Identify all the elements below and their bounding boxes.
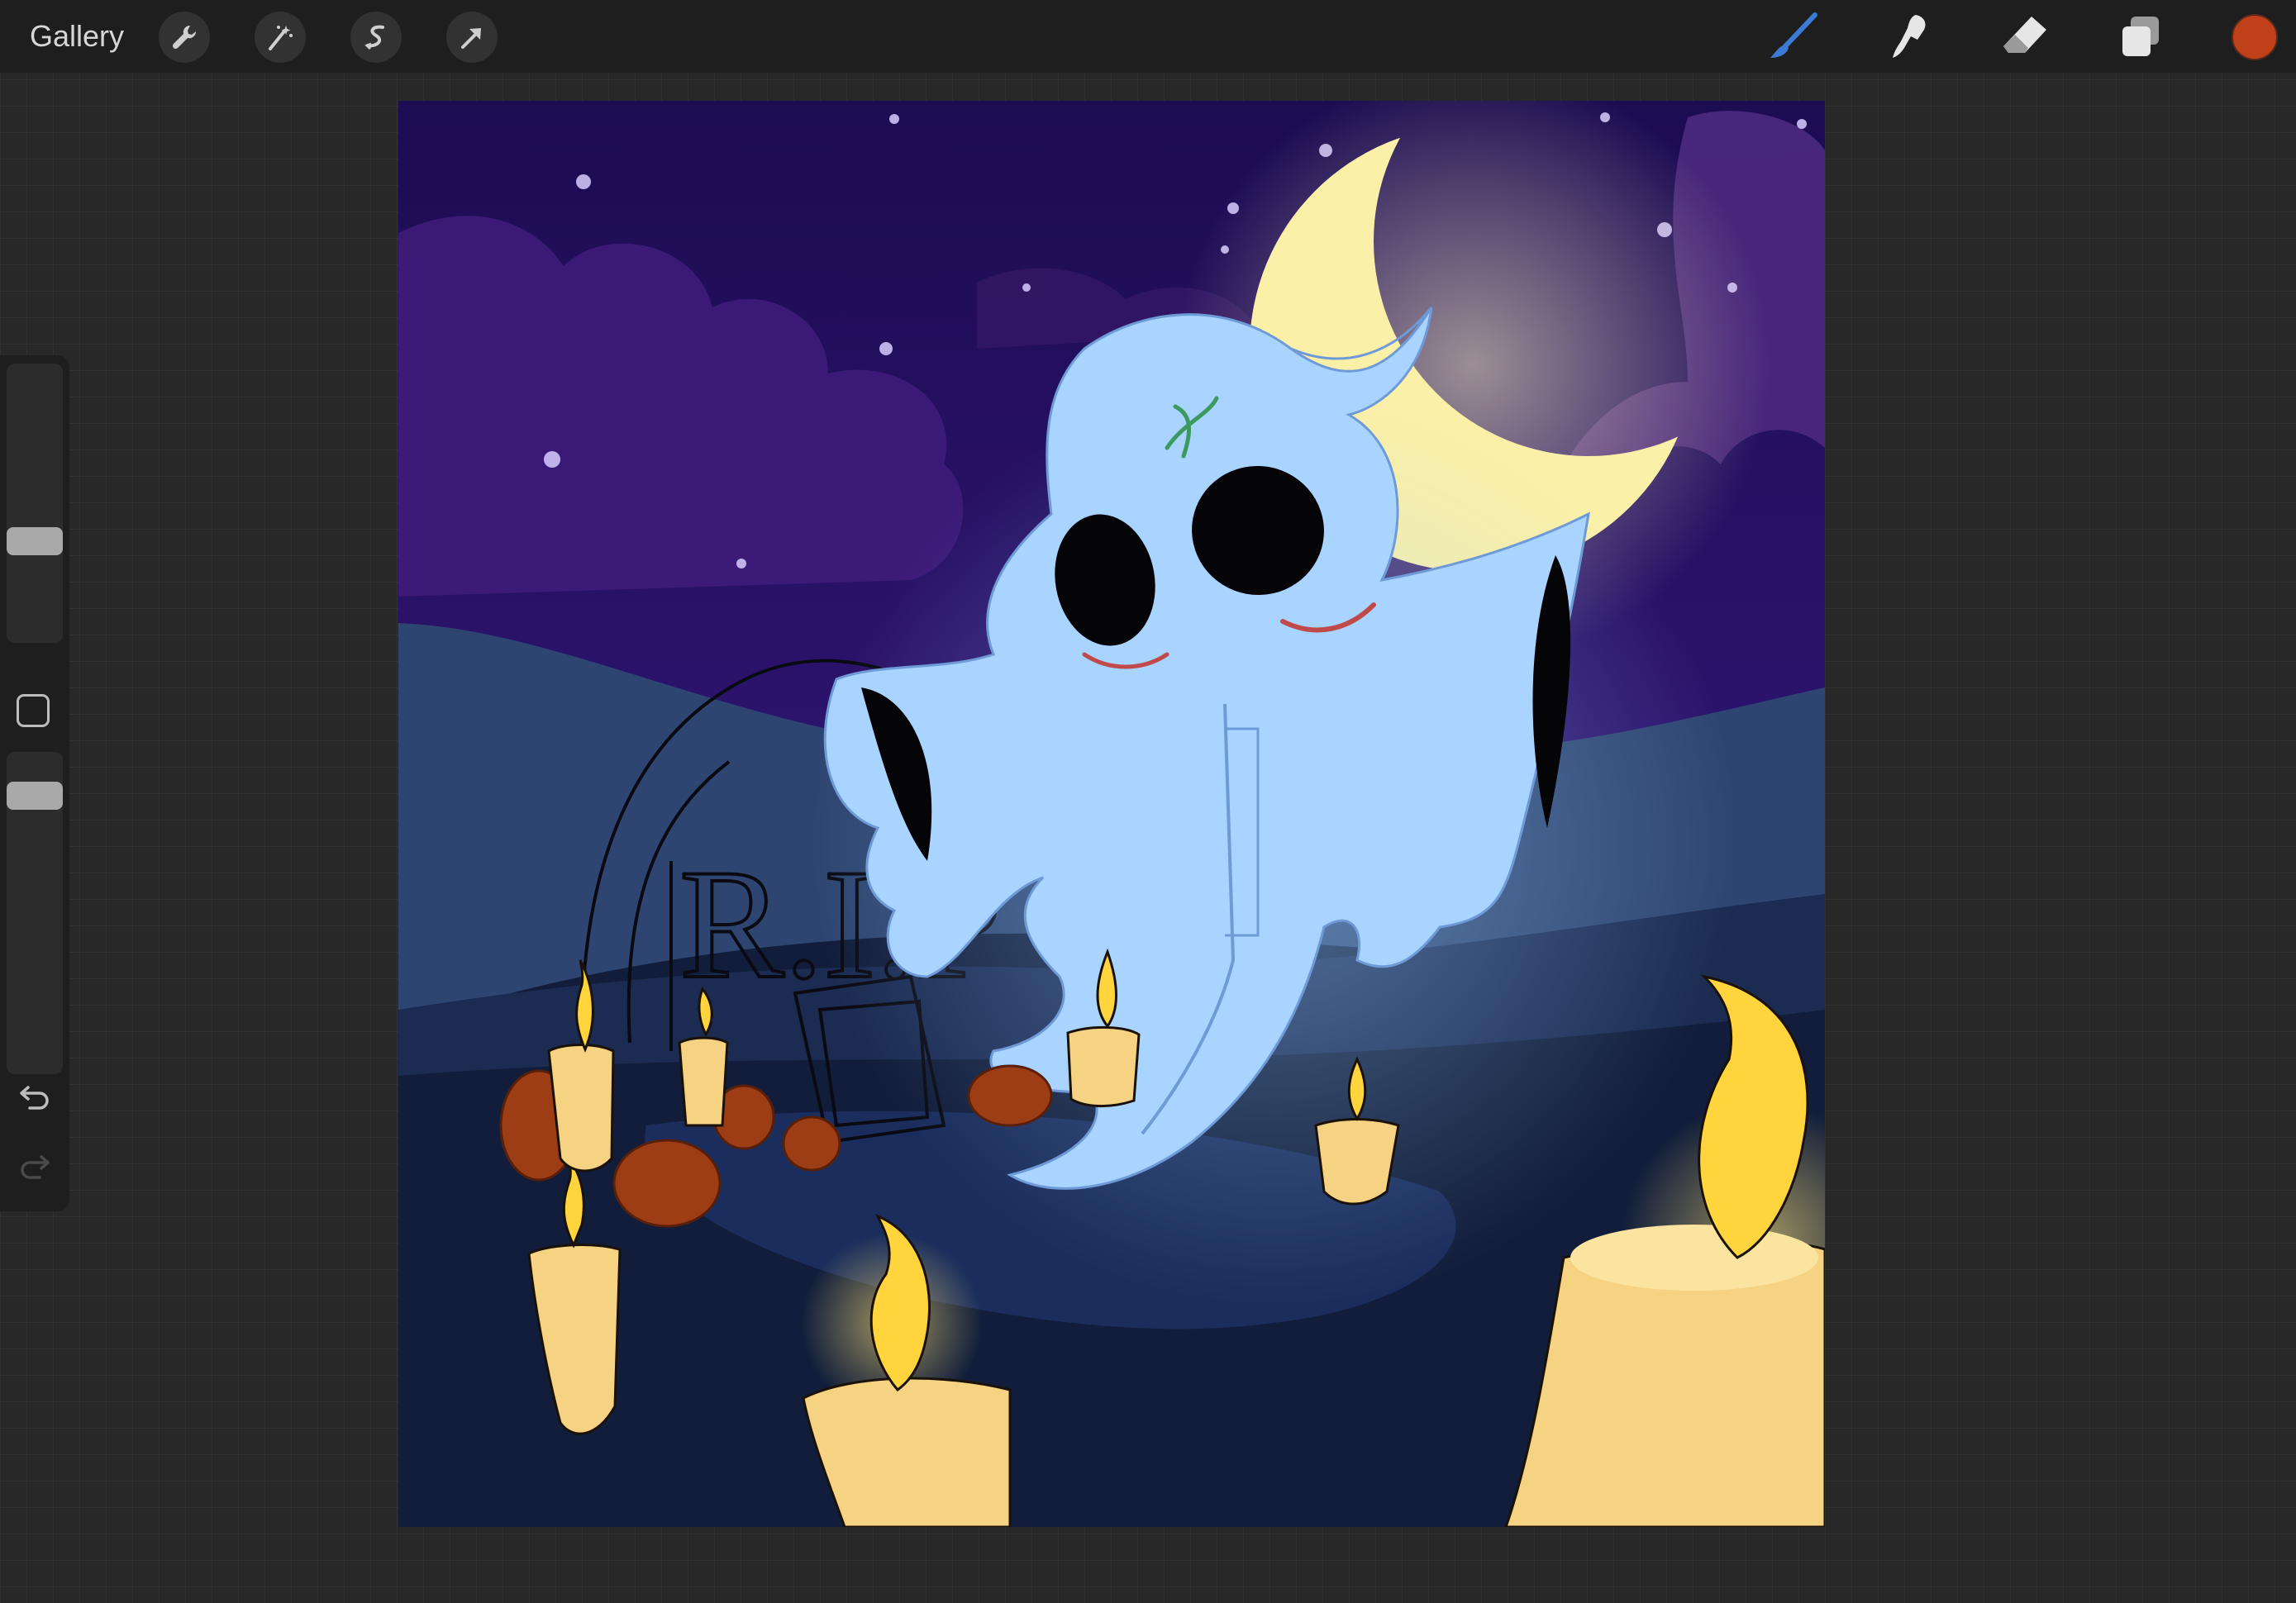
top-toolbar: Gallery (0, 0, 2296, 73)
layers-button[interactable] (2114, 12, 2167, 61)
eraser-icon (2003, 17, 2046, 53)
sidebar (0, 355, 69, 1211)
wrench-icon (172, 25, 197, 50)
modify-button[interactable] (17, 694, 50, 727)
brush-icon (1770, 12, 1817, 58)
selection-button[interactable] (350, 12, 402, 63)
undo-button[interactable] (13, 1079, 56, 1115)
drawing-canvas[interactable]: R.I.P (398, 101, 1825, 1527)
smudge-tool-button[interactable] (1883, 12, 1936, 61)
transform-button[interactable] (446, 12, 498, 63)
selection-icon (364, 25, 384, 50)
layers-icon (2122, 17, 2159, 56)
redo-button[interactable] (13, 1149, 56, 1185)
actions-wrench-button[interactable] (159, 12, 210, 63)
brush-tool-button[interactable] (1767, 12, 1820, 61)
smudge-icon (1893, 15, 1926, 58)
magic-wand-icon (269, 26, 293, 50)
color-picker-button[interactable] (2232, 14, 2278, 60)
transform-arrow-icon (461, 28, 481, 49)
opacity-slider[interactable] (7, 752, 63, 1074)
redo-icon (21, 1155, 50, 1179)
gallery-button[interactable]: Gallery (30, 17, 124, 56)
eraser-tool-button[interactable] (1998, 12, 2051, 61)
adjustments-button[interactable] (255, 12, 306, 63)
brush-size-thumb[interactable] (7, 527, 63, 555)
opacity-thumb[interactable] (7, 782, 63, 810)
brush-size-slider[interactable] (7, 364, 63, 643)
undo-icon (20, 1086, 49, 1110)
